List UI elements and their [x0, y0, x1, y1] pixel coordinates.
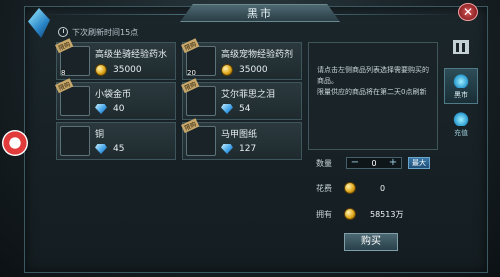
coin-icon [221, 64, 233, 76]
item-card[interactable]: 限购 20 高级宠物经验药剂 35000 [181, 38, 302, 80]
clock-icon [58, 27, 68, 37]
item-qty: 20 [187, 69, 196, 77]
tab-recharge[interactable]: 充值 [444, 106, 478, 142]
close-icon: ✕ [462, 5, 474, 19]
item-name: 马甲图纸 [221, 130, 258, 140]
black-market-icon [453, 72, 469, 88]
quantity-stepper[interactable]: − 0 + [346, 157, 402, 169]
item-name: 铜 [95, 130, 105, 140]
max-button[interactable]: 最大 [408, 157, 430, 169]
tab-label: 黑市 [454, 91, 468, 99]
price-value: 35000 [239, 65, 268, 75]
diamond-icon [221, 144, 233, 154]
coin-icon [344, 182, 356, 194]
item-card[interactable]: 限购 马甲图纸 127 [181, 118, 302, 160]
item-price: 54 [221, 104, 250, 114]
side-tabs: 黑市 充值 [444, 30, 480, 144]
buy-button[interactable]: 购买 [344, 233, 398, 251]
refresh-text: 下次刷新时间15点 [72, 27, 139, 37]
floating-menu-icon[interactable] [2, 130, 28, 156]
cost-row: 花费 0 [316, 182, 385, 194]
minus-button[interactable]: − [349, 158, 361, 168]
item-name: 小袋金币 [95, 90, 132, 100]
item-card[interactable]: 限购 艾尔菲思之泪 54 [181, 78, 302, 120]
coin-icon [344, 208, 356, 220]
price-value: 45 [113, 144, 125, 154]
copper-ingot-icon [60, 126, 90, 156]
item-card[interactable]: 铜 45 [56, 122, 176, 160]
quantity-row: 数量 − 0 + 最大 [316, 157, 430, 169]
refresh-note: 下次刷新时间15点 [58, 26, 138, 38]
item-list: 限购 8 高级坐骑经验药水 35000 限购 20 高级宠物经验药剂 35000… [55, 38, 302, 160]
item-price: 35000 [221, 64, 268, 76]
window-title: 黑市 [180, 4, 340, 22]
coin-icon [95, 64, 107, 76]
cost-value: 0 [380, 183, 386, 193]
diamond-icon [95, 104, 107, 114]
item-qty: 8 [61, 69, 66, 77]
item-card[interactable]: 限购 小袋金币 40 [55, 78, 176, 120]
price-value: 35000 [113, 65, 142, 75]
diamond-icon [221, 104, 233, 114]
quantity-value: 0 [371, 158, 377, 168]
item-price: 35000 [95, 64, 142, 76]
quantity-label: 数量 [316, 158, 332, 168]
recharge-icon [453, 110, 469, 126]
tab-black-market[interactable]: 黑市 [444, 68, 478, 104]
cost-label: 花费 [316, 183, 332, 193]
owned-row: 拥有 58513万 [316, 208, 403, 220]
diamond-icon [95, 144, 107, 154]
item-price: 45 [95, 144, 124, 154]
description-panel: 请点击左侧商品列表选择需要购买的商品。 限量供应的商品将在第二天0点刷新 [308, 42, 438, 150]
item-name: 高级坐骑经验药水 [95, 50, 168, 60]
tab-label: 充值 [454, 129, 468, 137]
description-line: 请点击左侧商品列表选择需要购买的商品。 [317, 66, 429, 85]
item-price: 40 [95, 104, 124, 114]
item-card[interactable]: 限购 8 高级坐骑经验药水 35000 [55, 38, 176, 80]
description-line: 限量供应的商品将在第二天0点刷新 [317, 88, 427, 96]
tab-shop[interactable] [444, 30, 478, 66]
item-name: 高级宠物经验药剂 [221, 50, 294, 60]
price-value: 127 [239, 144, 257, 154]
pillar-icon [453, 40, 469, 54]
close-button[interactable]: ✕ [458, 3, 478, 21]
price-value: 54 [239, 104, 251, 114]
owned-value: 58513万 [370, 209, 404, 219]
item-name: 艾尔菲思之泪 [221, 90, 276, 100]
item-price: 127 [221, 144, 256, 154]
plus-button[interactable]: + [387, 158, 399, 168]
price-value: 40 [113, 104, 125, 114]
owned-label: 拥有 [316, 209, 332, 219]
